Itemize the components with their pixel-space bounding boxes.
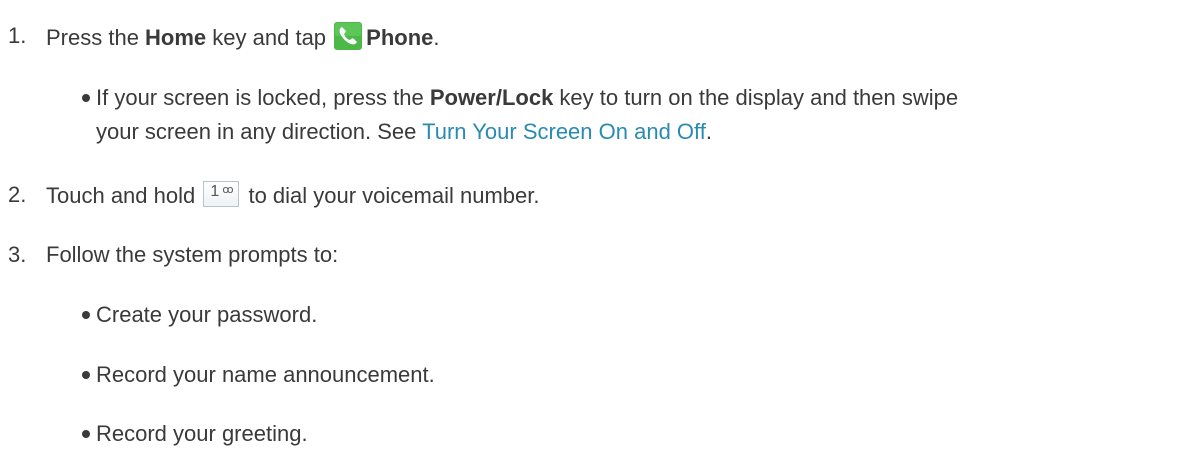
voicemail-symbol: ꝏ xyxy=(222,184,234,196)
step-2-text-b: to dial your voicemail number. xyxy=(242,183,540,208)
step-1-text: Press the Home key and tap Phone. xyxy=(46,22,440,52)
power-lock-label: Power/Lock xyxy=(429,85,554,110)
turn-screen-on-off-link[interactable]: Turn Your Screen On and Off xyxy=(422,119,706,144)
bullet-text-e: . xyxy=(705,119,712,144)
bullet-text-a: If your screen is locked, press the xyxy=(96,85,430,110)
list-item: Create your password. xyxy=(96,302,318,327)
step-3-number: 3. xyxy=(8,242,27,267)
bullet-dot xyxy=(82,94,90,102)
bullet-dot xyxy=(82,311,90,319)
home-key-label: Home xyxy=(145,25,207,50)
step-1-bullet-line-1: If your screen is locked, press the Powe… xyxy=(96,84,958,112)
bullet-dot xyxy=(82,371,90,379)
phone-icon xyxy=(334,22,363,50)
phone-label: Phone xyxy=(366,25,434,50)
step-1-text-a: Press the xyxy=(46,25,146,50)
step-1-text-c: key and tap xyxy=(206,25,333,50)
step-2-number: 2. xyxy=(8,182,27,207)
bullet-dot xyxy=(82,430,90,438)
step-1-bullet-line-2: your screen in any direction. See Turn Y… xyxy=(96,118,712,146)
step-3-text: Follow the system prompts to: xyxy=(46,242,339,267)
step-2-text: Touch and hold 1ꝏ to dial your voicemail… xyxy=(46,181,539,210)
key-digit: 1 xyxy=(210,183,220,200)
list-item: Record your greeting. xyxy=(96,421,308,446)
step-1-number: 1. xyxy=(8,23,27,48)
bullet-text-c: key to turn on the display and then swip… xyxy=(553,85,959,110)
voicemail-key-icon: 1ꝏ xyxy=(203,181,240,207)
list-item: Record your name announcement. xyxy=(96,362,435,387)
bullet-text-d: your screen in any direction. See xyxy=(96,119,423,144)
step-2-text-a: Touch and hold xyxy=(46,183,202,208)
step-1-text-e: . xyxy=(433,25,440,50)
